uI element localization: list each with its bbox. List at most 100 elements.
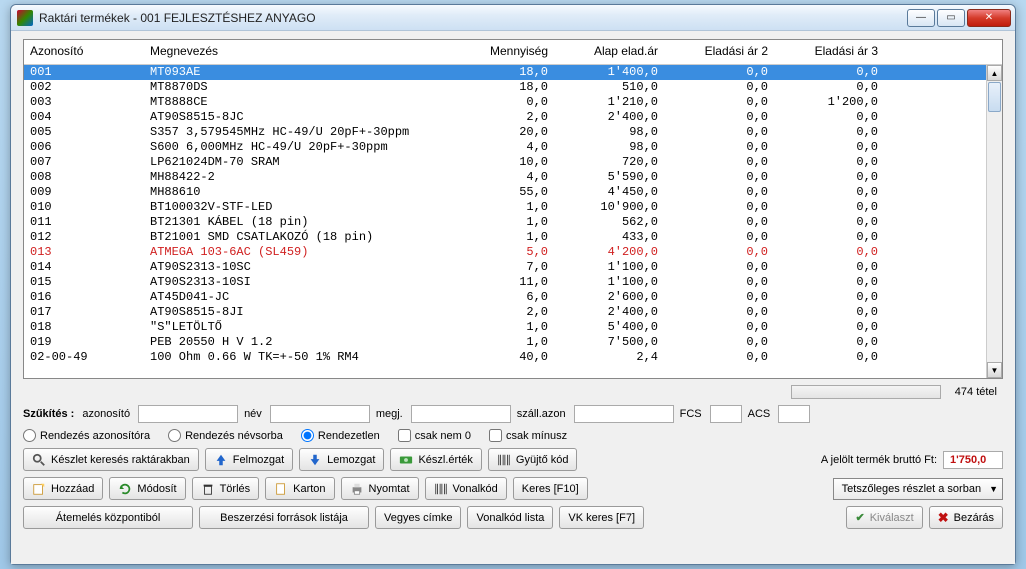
arrow-up-icon [214,453,228,467]
barcode-icon [434,482,448,496]
sort-unsorted-radio[interactable]: Rendezetlen [301,429,380,442]
purchase-sources-button[interactable]: Beszerzési források listája [199,506,369,529]
select-button[interactable]: ✔ Kiválaszt [846,506,922,529]
filter-fcs-input[interactable] [710,405,742,423]
close-window-button[interactable]: ✕ [967,9,1011,27]
filter-acs-input[interactable] [778,405,810,423]
barcode-list-button[interactable]: Vonalkód lista [467,506,553,529]
product-table: Azonosító Megnevezés Mennyiség Alap elad… [23,39,1003,379]
close-icon: ✖ [938,510,949,526]
button-row-2: Hozzáad Módosít Törlés Karton Nyomtat Vo… [23,477,1003,500]
table-row[interactable]: 002MT8870DS18,0510,00,00,0 [24,80,1002,95]
table-row[interactable]: 016AT45D041-JC6,02'600,00,00,0 [24,290,1002,305]
add-icon [32,482,46,496]
table-row[interactable]: 02-00-49100 Ohm 0.66 W TK=+-50 1% RM440,… [24,350,1002,365]
app-icon [17,10,33,26]
table-row[interactable]: 011BT21301 KÁBEL (18 pin)1,0562,00,00,0 [24,215,1002,230]
table-row[interactable]: 004AT90S8515-8JC2,02'400,00,00,0 [24,110,1002,125]
table-row[interactable]: 012BT21001 SMD CSATLAKOZÓ (18 pin)1,0433… [24,230,1002,245]
search-button[interactable]: Keres [F10] [513,477,588,500]
filter-supplier-label: száll.azon [517,408,566,420]
filter-fcs-label: FCS [680,408,702,420]
printer-icon [350,482,364,496]
filter-name-label: név [244,408,262,420]
check-icon: ✔ [855,511,864,524]
table-row[interactable]: 003MT8888CE0,01'210,00,01'200,0 [24,95,1002,110]
sort-by-id-radio[interactable]: Rendezés azonosítóra [23,429,150,442]
misc-label-button[interactable]: Vegyes címke [375,506,461,529]
col-name[interactable]: Megnevezés [150,44,470,58]
modify-button[interactable]: Módosít [109,477,185,500]
app-window: Raktári termékek - 001 FEJLESZTÉSHEZ ANY… [10,4,1016,565]
window-title: Raktári termékek - 001 FEJLESZTÉSHEZ ANY… [39,11,907,25]
col-price2[interactable]: Eladási ár 2 [670,44,780,58]
filter-acs-label: ACS [748,408,771,420]
filter-name-input[interactable] [270,405,370,423]
stock-search-button[interactable]: Készlet keresés raktárakban [23,448,199,471]
money-icon [399,453,413,467]
col-id[interactable]: Azonosító [30,44,150,58]
only-nonzero-check[interactable]: csak nem 0 [398,429,471,442]
table-row[interactable]: 015AT90S2313-10SI11,01'100,00,00,0 [24,275,1002,290]
col-price3[interactable]: Eladási ár 3 [780,44,890,58]
arrow-down-icon [308,453,322,467]
stock-value-button[interactable]: Készl.érték [390,448,481,471]
filter-id-input[interactable] [138,405,238,423]
search-mode-combo[interactable]: Tetszőleges részlet a sorban▼ [833,478,1003,500]
sort-row: Rendezés azonosítóra Rendezés névsorba R… [23,429,1003,442]
table-row[interactable]: 018"S"LETÖLTŐ1,05'400,00,00,0 [24,320,1002,335]
table-header: Azonosító Megnevezés Mennyiség Alap elad… [24,40,1002,65]
transfer-button[interactable]: Átemelés központiból [23,506,193,529]
table-body: 001MT093AE18,01'400,00,00,0002MT8870DS18… [24,65,1002,378]
scroll-thumb[interactable] [988,82,1001,112]
search-icon [32,453,46,467]
scroll-up-button[interactable]: ▲ [987,65,1002,81]
filter-id-label: azonosító [82,408,130,420]
title-bar[interactable]: Raktári termékek - 001 FEJLESZTÉSHEZ ANY… [11,5,1015,31]
barcode-button[interactable]: Vonalkód [425,477,507,500]
table-row[interactable]: 001MT093AE18,01'400,00,00,0 [24,65,1002,80]
gross-price-label: A jelölt termék bruttó Ft: [821,454,937,466]
refresh-icon [118,482,132,496]
col-qty[interactable]: Mennyiség [470,44,560,58]
scroll-down-button[interactable]: ▼ [987,362,1002,378]
only-minus-check[interactable]: csak mínusz [489,429,567,442]
table-row[interactable]: 009MH8861055,04'450,00,00,0 [24,185,1002,200]
maximize-button[interactable]: ▭ [937,9,965,27]
filter-label: Szűkítés : [23,408,74,420]
print-button[interactable]: Nyomtat [341,477,419,500]
table-row[interactable]: 010BT100032V-STF-LED1,010'900,00,00,0 [24,200,1002,215]
vk-search-button[interactable]: VK keres [F7] [559,506,644,529]
table-row[interactable]: 005S357 3,579545MHz HC-49/U 20pF+-30ppm2… [24,125,1002,140]
filter-note-input[interactable] [411,405,511,423]
progress-bar [791,385,941,399]
sort-by-name-radio[interactable]: Rendezés névsorba [168,429,283,442]
button-row-3: Átemelés központiból Beszerzési források… [23,506,1003,529]
status-row: 474 tétel [23,385,1003,399]
add-button[interactable]: Hozzáad [23,477,103,500]
filter-note-label: megj. [376,408,403,420]
table-row[interactable]: 008MH88422-24,05'590,00,00,0 [24,170,1002,185]
filter-supplier-input[interactable] [574,405,674,423]
document-icon [274,482,288,496]
table-row[interactable]: 006S600 6,000MHz HC-49/U 20pF+-30ppm4,09… [24,140,1002,155]
table-row[interactable]: 007LP621024DM-70 SRAM10,0720,00,00,0 [24,155,1002,170]
move-up-button[interactable]: Felmozgat [205,448,293,471]
table-row[interactable]: 014AT90S2313-10SC7,01'100,00,00,0 [24,260,1002,275]
close-button[interactable]: ✖ Bezárás [929,506,1003,529]
move-down-button[interactable]: Lemozgat [299,448,384,471]
delete-button[interactable]: Törlés [192,477,260,500]
table-row[interactable]: 017AT90S8515-8JI2,02'400,00,00,0 [24,305,1002,320]
col-price1[interactable]: Alap elad.ár [560,44,670,58]
gross-price-value: 1'750,0 [943,451,1003,469]
trash-icon [201,482,215,496]
table-row[interactable]: 019PEB 20550 H V 1.21,07'500,00,00,0 [24,335,1002,350]
chevron-down-icon: ▼ [989,484,998,494]
client-area: Azonosító Megnevezés Mennyiség Alap elad… [11,31,1015,564]
item-count: 474 tétel [955,386,997,398]
table-row[interactable]: 013ATMEGA 103-6AC (SL459)5,04'200,00,00,… [24,245,1002,260]
card-button[interactable]: Karton [265,477,334,500]
collector-code-button[interactable]: Gyüjtő kód [488,448,578,471]
vertical-scrollbar[interactable]: ▲ ▼ [986,65,1002,378]
minimize-button[interactable]: — [907,9,935,27]
